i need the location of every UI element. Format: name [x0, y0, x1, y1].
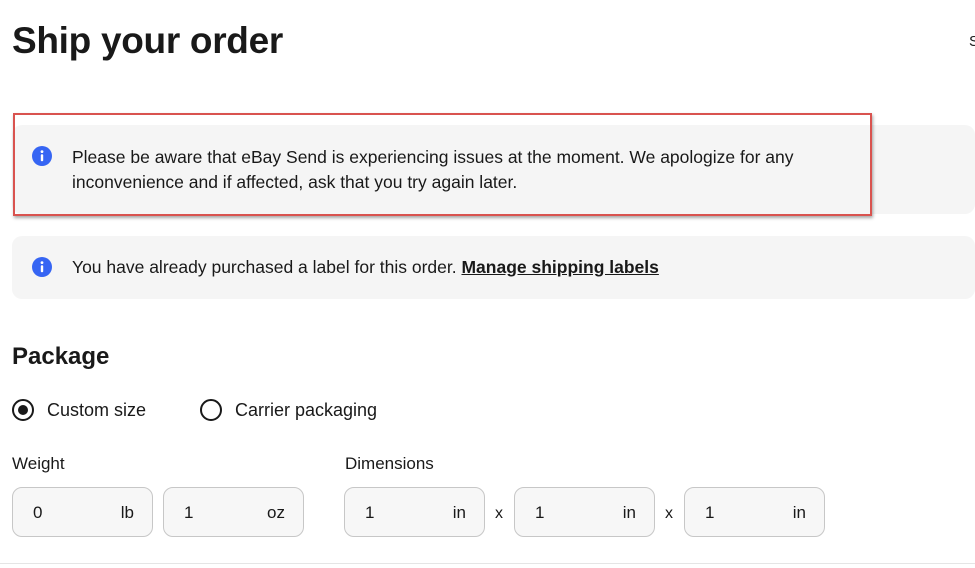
dimension-separator: x	[495, 505, 503, 522]
weight-lb-input[interactable]: 0 lb	[12, 487, 153, 537]
dimension-height-input[interactable]: 1 in	[684, 487, 825, 537]
dimension-width-input[interactable]: 1 in	[514, 487, 655, 537]
radio-checked-icon[interactable]	[12, 399, 34, 421]
weight-label: Weight	[12, 454, 65, 473]
radio-label: Custom size	[47, 399, 147, 420]
input-value[interactable]: 1	[705, 503, 714, 523]
input-unit: lb	[120, 503, 134, 522]
radio-label: Carrier packaging	[235, 399, 378, 420]
info-icon	[32, 257, 52, 277]
page-title: Ship your order	[12, 20, 283, 61]
notice-message: Please be aware that eBay Send is experi…	[72, 147, 794, 192]
input-unit: in	[792, 503, 806, 522]
notice-message-text: You have already purchased a label for t…	[72, 257, 462, 277]
input-value[interactable]: 1	[184, 503, 193, 523]
dimensions-label: Dimensions	[345, 454, 434, 473]
weight-oz-input[interactable]: 1 oz	[163, 487, 304, 537]
notice-message: You have already purchased a label for t…	[72, 255, 659, 280]
manage-shipping-labels-link[interactable]: Manage shipping labels	[461, 257, 658, 277]
section-divider	[0, 563, 975, 564]
dimension-separator: x	[665, 505, 673, 522]
radio-unchecked-icon[interactable]	[200, 399, 222, 421]
info-icon	[32, 146, 52, 166]
input-value[interactable]: 0	[33, 503, 42, 523]
package-section-title: Package	[12, 343, 110, 370]
label-purchased-notice: You have already purchased a label for t…	[12, 236, 975, 299]
dimension-length-input[interactable]: 1 in	[344, 487, 485, 537]
carrier-packaging-radio[interactable]: Carrier packaging	[200, 398, 377, 422]
service-issue-notice: Please be aware that eBay Send is experi…	[12, 125, 975, 214]
input-unit: in	[452, 503, 466, 522]
input-value[interactable]: 1	[535, 503, 544, 523]
input-value[interactable]: 1	[365, 503, 374, 523]
input-unit: oz	[267, 503, 285, 522]
truncated-header-text: S	[969, 33, 975, 50]
input-unit: in	[622, 503, 636, 522]
custom-size-radio[interactable]: Custom size	[12, 398, 146, 422]
